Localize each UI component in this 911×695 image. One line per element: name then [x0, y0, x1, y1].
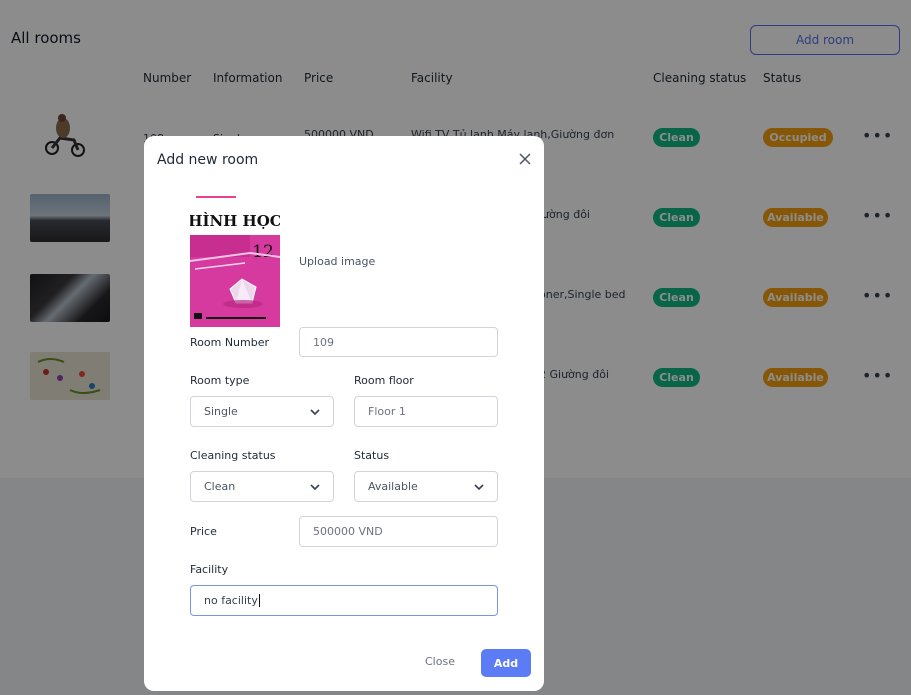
room-number-label: Room Number — [190, 336, 270, 349]
price-label: Price — [190, 525, 217, 538]
cover-number: 12 — [252, 242, 274, 262]
chevron-down-icon — [310, 484, 320, 491]
room-image-preview: HÌNH HỌC 12 — [190, 191, 280, 327]
room-type-select[interactable]: Single — [190, 396, 334, 427]
status-value: Available — [368, 480, 418, 493]
facility-value: no facility — [204, 594, 258, 607]
cover-title: HÌNH HỌC — [190, 212, 280, 230]
add-room-modal: Add new room HÌNH HỌC 12 Upload image Ro… — [144, 136, 544, 691]
text-cursor — [258, 594, 260, 607]
facility-label: Facility — [190, 563, 229, 576]
cleaning-status-value: Clean — [204, 480, 236, 493]
chevron-down-icon — [474, 484, 484, 491]
status-select[interactable]: Available — [354, 471, 498, 502]
facility-input[interactable]: no facility — [190, 585, 498, 616]
status-label: Status — [354, 449, 390, 462]
room-type-label: Room type — [190, 374, 250, 387]
chevron-down-icon — [310, 409, 320, 416]
upload-image-link[interactable]: Upload image — [299, 255, 375, 268]
room-number-input[interactable]: 109 — [299, 327, 498, 357]
close-button[interactable]: Close — [425, 655, 455, 668]
cleaning-status-label: Cleaning status — [190, 449, 276, 462]
cleaning-status-select[interactable]: Clean — [190, 471, 334, 502]
modal-title: Add new room — [157, 152, 259, 168]
add-button[interactable]: Add — [481, 649, 531, 677]
price-input[interactable]: 500000 VND — [299, 516, 498, 547]
room-type-value: Single — [204, 405, 238, 418]
room-floor-input[interactable]: Floor 1 — [354, 396, 498, 427]
room-floor-label: Room floor — [354, 374, 414, 387]
close-icon[interactable] — [516, 150, 534, 168]
